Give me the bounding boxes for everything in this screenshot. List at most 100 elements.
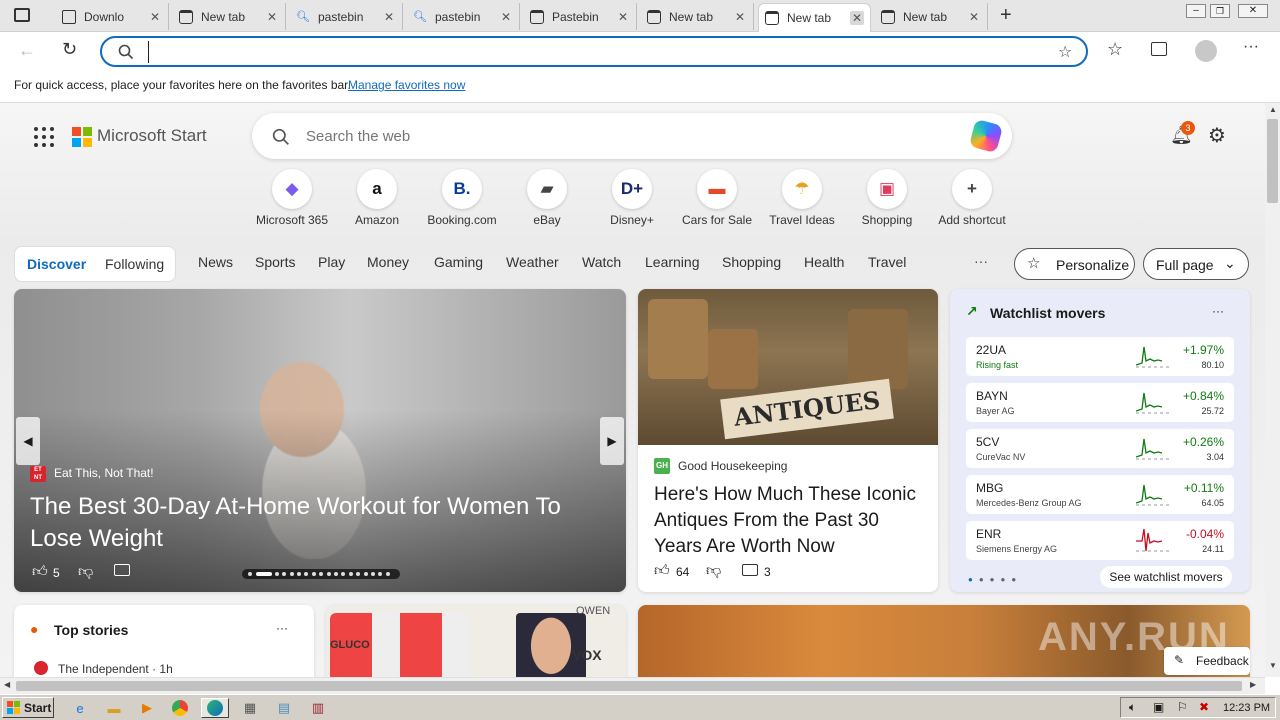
security-icon[interactable]: ✖: [1199, 700, 1209, 714]
chrome-icon[interactable]: [170, 698, 190, 718]
close-window-button[interactable]: ✕: [1238, 4, 1268, 18]
tab-close-icon[interactable]: ✕: [733, 10, 747, 24]
tab-close-icon[interactable]: ✕: [148, 10, 162, 24]
article2-title[interactable]: Here's How Much These Iconic Antiques Fr…: [654, 482, 926, 560]
edge-icon[interactable]: [201, 698, 229, 718]
hero-source[interactable]: Eat This, Not That!: [54, 466, 154, 480]
carousel-dot[interactable]: [348, 572, 353, 576]
article2-source[interactable]: Good Housekeeping: [678, 459, 787, 473]
watchlist-stock-row[interactable]: MBG Mercedes-Benz Group AG +0.11% 64.05: [966, 475, 1234, 514]
hero-title[interactable]: The Best 30-Day At-Home Workout for Wome…: [30, 491, 610, 555]
nav-item[interactable]: Travel: [868, 254, 906, 270]
carousel-dot[interactable]: [385, 572, 390, 576]
network-icon[interactable]: ▣: [1153, 700, 1164, 714]
nav-item[interactable]: Weather: [506, 254, 559, 270]
tab[interactable]: New tab ✕: [173, 3, 286, 30]
winrar-icon[interactable]: ▥: [308, 698, 328, 718]
tab-close-icon[interactable]: ✕: [382, 10, 396, 24]
address-bar[interactable]: ☆: [100, 36, 1088, 67]
tab-close-icon[interactable]: ✕: [499, 10, 513, 24]
hero-article-card[interactable]: ◀ ▶ ET NT Eat This, Not That! The Best 3…: [14, 289, 626, 592]
feedback-button[interactable]: ✎ Feedback: [1164, 647, 1250, 675]
carousel-dot[interactable]: [248, 572, 252, 576]
shortcut-tile[interactable]: D+ Disney+: [592, 169, 672, 227]
watchlist-stock-row[interactable]: BAYN Bayer AG +0.84% 25.72: [966, 383, 1234, 422]
nav-item[interactable]: Play: [318, 254, 345, 270]
shortcut-tile[interactable]: ☂ Travel Ideas: [762, 169, 842, 227]
tab-following[interactable]: Following: [105, 256, 164, 272]
carousel-next-button[interactable]: ▶: [600, 417, 624, 465]
tab-close-icon[interactable]: ✕: [967, 10, 981, 24]
scroll-right-arrow[interactable]: ▶: [1250, 680, 1256, 689]
ie-icon[interactable]: e: [70, 698, 90, 718]
settings-more-icon[interactable]: ···: [1243, 38, 1259, 56]
shortcut-tile[interactable]: ◆ Microsoft 365: [252, 169, 332, 227]
add-favorite-icon[interactable]: ☆: [1058, 42, 1072, 62]
profile-avatar[interactable]: [1195, 40, 1217, 62]
carousel-dot[interactable]: [282, 572, 287, 576]
tab-close-icon[interactable]: ✕: [265, 10, 279, 24]
ad-card[interactable]: GLUCO OWEN VOX: [326, 605, 626, 677]
carousel-dot[interactable]: [371, 572, 375, 576]
carousel-dot[interactable]: [256, 572, 272, 576]
scroll-left-arrow[interactable]: ◀: [4, 680, 10, 689]
copilot-icon[interactable]: [968, 118, 1004, 154]
tab[interactable]: New tab ✕: [758, 3, 871, 32]
collections-icon[interactable]: [1151, 42, 1167, 56]
carousel-dot[interactable]: [334, 572, 338, 576]
watchlist-stock-row[interactable]: 22UA Rising fast +1.97% 80.10: [966, 337, 1234, 376]
restore-button[interactable]: ❐: [1210, 4, 1230, 18]
carousel-dot[interactable]: [289, 572, 294, 576]
carousel-dot[interactable]: [297, 572, 301, 576]
horizontal-scrollbar[interactable]: ◀ ▶: [0, 677, 1265, 694]
dislike-icon[interactable]: 👎︎: [78, 563, 93, 581]
tab-close-icon[interactable]: ✕: [850, 11, 864, 25]
web-search-box[interactable]: [252, 113, 1012, 159]
carousel-dot[interactable]: [311, 572, 316, 576]
carousel-dot[interactable]: [356, 572, 361, 576]
shortcut-tile[interactable]: ▰ eBay: [507, 169, 587, 227]
like-icon[interactable]: 👍︎: [32, 563, 48, 581]
scroll-thumb[interactable]: [1267, 119, 1278, 203]
shortcut-tile[interactable]: a Amazon: [337, 169, 417, 227]
page-settings-gear-icon[interactable]: ⚙: [1208, 123, 1226, 148]
carousel-prev-button[interactable]: ◀: [16, 417, 40, 465]
nav-more-button[interactable]: ···: [974, 253, 988, 269]
shortcut-tile[interactable]: ▣ Shopping: [847, 169, 927, 227]
flag-icon[interactable]: ⚐: [1177, 700, 1188, 714]
carousel-dot[interactable]: [363, 572, 368, 576]
nav-item[interactable]: Learning: [645, 254, 700, 270]
address-input[interactable]: [148, 41, 998, 63]
new-tab-button[interactable]: +: [1000, 4, 1012, 27]
nav-item[interactable]: Sports: [255, 254, 295, 270]
apps-launcher-icon[interactable]: [34, 127, 54, 147]
web-search-input[interactable]: [306, 125, 906, 147]
manage-favorites-link[interactable]: Manage favorites now: [348, 78, 465, 92]
scroll-up-arrow[interactable]: ▲: [1269, 105, 1277, 114]
scroll-thumb[interactable]: [16, 681, 1242, 691]
comment-icon[interactable]: [114, 564, 130, 576]
dislike-icon[interactable]: 👎︎: [706, 562, 721, 580]
carousel-dot[interactable]: [341, 572, 346, 576]
refresh-button[interactable]: ↻: [62, 39, 77, 60]
nav-item[interactable]: Health: [804, 254, 844, 270]
carousel-dot[interactable]: [274, 572, 279, 576]
tab[interactable]: Downlo ✕: [56, 3, 169, 30]
shortcut-tile[interactable]: B. Booking.com: [422, 169, 502, 227]
minimize-button[interactable]: –: [1186, 4, 1206, 18]
tab[interactable]: New tab ✕: [641, 3, 754, 30]
nav-item[interactable]: Gaming: [434, 254, 483, 270]
microsoft-start-logo[interactable]: Microsoft Start: [97, 126, 207, 146]
tab-discover[interactable]: Discover: [27, 256, 86, 272]
vertical-scrollbar[interactable]: ▲ ▼: [1265, 103, 1280, 677]
layout-dropdown[interactable]: Full page ⌄: [1143, 248, 1249, 280]
carousel-dot[interactable]: [326, 572, 331, 576]
top-stories-title[interactable]: Top stories: [54, 622, 128, 638]
notepad-icon[interactable]: ▤: [274, 698, 294, 718]
watchlist-stock-row[interactable]: 5CV CureVac NV +0.26% 3.04: [966, 429, 1234, 468]
shortcut-tile[interactable]: + Add shortcut: [932, 169, 1012, 227]
watchlist-title[interactable]: Watchlist movers: [990, 305, 1105, 321]
personalize-button[interactable]: ☆ Personalize: [1014, 248, 1135, 280]
carousel-dot[interactable]: [304, 572, 309, 576]
like-icon[interactable]: 👍︎: [654, 562, 670, 580]
